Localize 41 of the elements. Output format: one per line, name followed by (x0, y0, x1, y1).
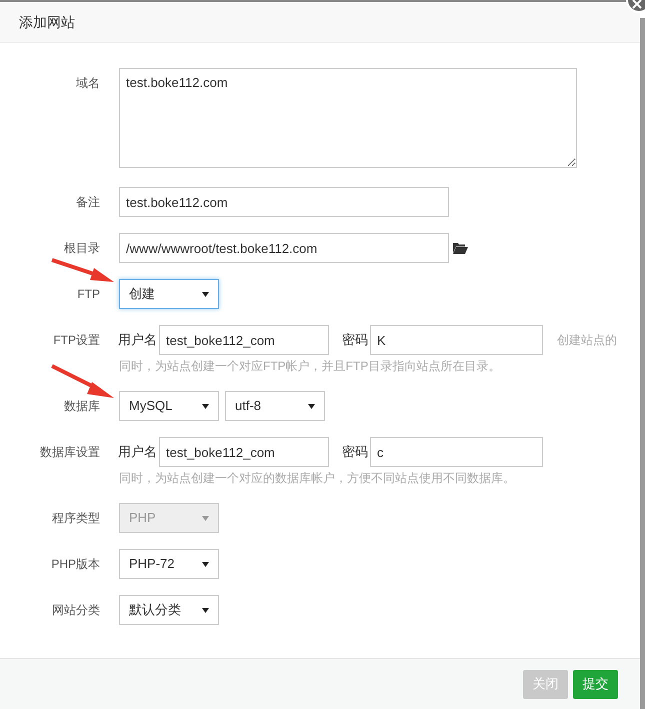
dialog-title: 添加网站 (19, 12, 75, 32)
field-label: 备注 (75, 194, 100, 211)
caret-icon (202, 562, 209, 566)
caret-icon (202, 404, 209, 408)
arrow-drawing (50, 258, 116, 284)
hint-text: 创建站点的 (557, 332, 617, 349)
field-label: FTP设置 (52, 332, 100, 349)
folder-icon[interactable] (453, 242, 468, 254)
field-label: 数据库设置 (39, 444, 100, 461)
field-label: 数据库 (63, 398, 100, 415)
select-field[interactable]: 默认分类 (119, 595, 219, 625)
select-field[interactable]: 创建 (119, 279, 219, 309)
select-field[interactable]: MySQL (119, 391, 219, 421)
username-input[interactable]: test_boke112_com (159, 437, 329, 467)
caret-icon (202, 608, 209, 612)
field-label: 用户名 (118, 331, 157, 350)
domain-textarea[interactable]: test.boke112.com (119, 68, 577, 168)
caret-icon (202, 292, 209, 296)
path-input[interactable]: /www/wwwroot/test.boke112.com (119, 233, 449, 263)
field-label: 密码 (342, 443, 368, 462)
scrollbar[interactable] (640, 18, 645, 709)
select-field[interactable]: utf-8 (225, 391, 325, 421)
field-label: 程序类型 (51, 510, 100, 527)
field-label: PHP版本 (50, 556, 100, 573)
field-label: 域名 (75, 75, 100, 92)
caret-icon (202, 516, 209, 520)
select-field[interactable]: PHP-72 (119, 549, 219, 579)
field-label: 密码 (342, 331, 368, 350)
password-input[interactable]: K (370, 325, 543, 355)
field-label: 根目录 (63, 240, 100, 257)
password-input[interactable]: c (370, 437, 543, 467)
hint-text: 同时，为站点创建一个对应的数据库帐户，方便不同站点使用不同数据库。 (119, 470, 516, 487)
arrow-drawing (50, 364, 116, 400)
caret-icon (308, 404, 315, 408)
field-label: 网站分类 (51, 602, 100, 619)
field-label: 用户名 (118, 443, 157, 462)
hint-text: 同时，为站点创建一个对应FTP帐户，并且FTP目录指向站点所在目录。 (119, 358, 502, 375)
username-input[interactable]: test_boke112_com (159, 325, 329, 355)
remark-input[interactable]: test.boke112.com (119, 187, 449, 217)
field-label: FTP (76, 286, 100, 303)
select-field: PHP (119, 503, 219, 533)
